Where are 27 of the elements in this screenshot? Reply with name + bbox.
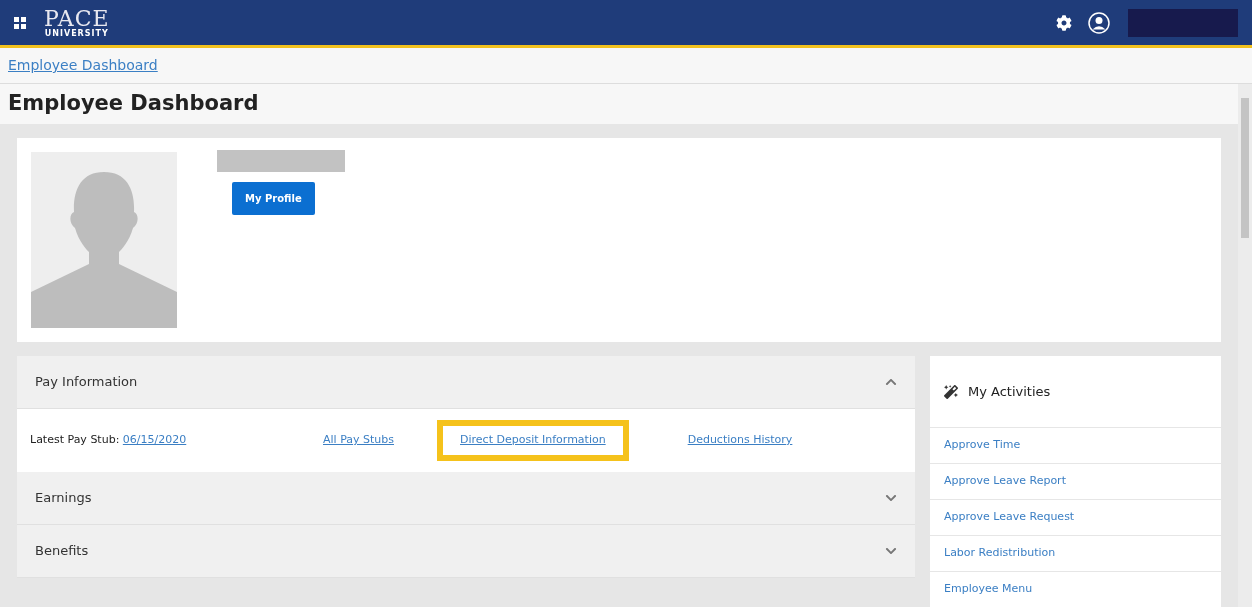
settings-icon[interactable] [1056,14,1072,31]
my-profile-button[interactable]: My Profile [232,182,315,215]
user-avatar-icon[interactable] [1088,11,1110,34]
activity-link[interactable]: Approve Time [930,428,1221,464]
activity-link[interactable]: Employee Menu [930,572,1221,607]
person-silhouette-icon [31,152,177,328]
pay-link[interactable]: Deductions History [687,433,793,447]
magic-wand-icon [944,384,958,399]
grid-menu-icon[interactable] [14,16,26,29]
pay-stub-label: Latest Pay Stub: 06/15/2020 [30,432,188,449]
activities-title: My Activities [968,382,1051,401]
scrollbar[interactable] [1238,84,1252,607]
chevron-down-icon[interactable] [885,545,897,557]
activity-link[interactable]: Approve Leave Report [930,464,1221,500]
pay-link[interactable]: All Pay Stubs [323,433,394,447]
chevron-down-icon[interactable] [885,492,897,504]
section-title: Pay Information [35,373,139,392]
section-title: Benefits [35,542,90,561]
university-logo[interactable]: PACE UNIVERSITY [44,7,110,38]
pay-stub-date-link[interactable]: 06/15/2020 [122,433,187,447]
chevron-up-icon[interactable] [885,376,897,388]
activity-link[interactable]: Labor Redistribution [930,536,1221,572]
pay-link[interactable]: Direct Deposit Information [460,433,606,447]
breadcrumb-link[interactable]: Employee Dashboard [8,55,158,76]
activity-link[interactable]: Approve Leave Request [930,500,1221,536]
section-title: Earnings [35,489,93,508]
page-title: Employee Dashboard [8,90,259,118]
